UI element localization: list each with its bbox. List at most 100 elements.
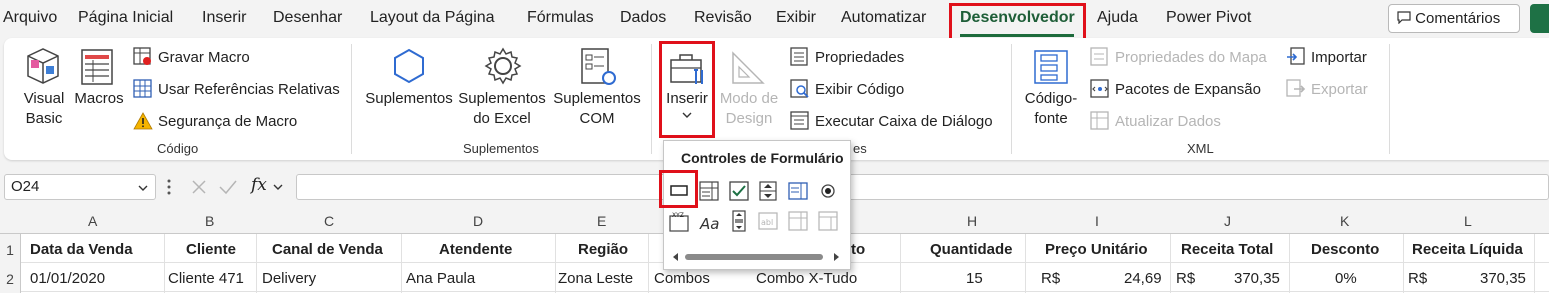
tab-ajuda[interactable]: Ajuda xyxy=(1097,9,1138,27)
modo-de-design-button[interactable]: Modo de Design xyxy=(716,89,782,129)
data-cell[interactable]: Combos xyxy=(654,270,710,287)
column-header-l[interactable]: L xyxy=(1464,213,1472,229)
record-macro-icon xyxy=(133,47,151,65)
header-cell[interactable]: Canal de Venda xyxy=(272,241,383,258)
warning-icon xyxy=(133,112,153,130)
header-cell[interactable]: Preço Unitário xyxy=(1045,241,1148,258)
tab-power-pivot[interactable]: Power Pivot xyxy=(1166,9,1251,27)
text-field-control-icon[interactable]: abl xyxy=(757,210,779,232)
formula-input[interactable] xyxy=(296,174,1549,200)
option-button-control-icon[interactable] xyxy=(817,180,839,202)
share-button[interactable] xyxy=(1530,4,1549,33)
macros-label: Macros xyxy=(74,90,124,107)
horizontal-scrollbar[interactable] xyxy=(672,251,840,263)
header-cell[interactable]: Região xyxy=(578,241,628,258)
column-header-k[interactable]: K xyxy=(1340,213,1349,229)
row-header-2[interactable]: 2 xyxy=(0,271,20,287)
data-cell[interactable]: 15 xyxy=(966,270,983,287)
codigo-fonte-button[interactable]: Código- fonte xyxy=(1021,89,1081,129)
currency-symbol: R$ xyxy=(1408,270,1428,287)
data-cell[interactable]: Zona Leste xyxy=(558,270,633,287)
tab-desenhar[interactable]: Desenhar xyxy=(273,9,342,27)
tab-automatizar[interactable]: Automatizar xyxy=(841,9,926,27)
exportar-button[interactable]: Exportar xyxy=(1311,81,1368,98)
header-cell[interactable]: Cliente xyxy=(186,241,236,258)
data-cell[interactable]: Delivery xyxy=(262,270,316,287)
data-cell[interactable]: 370,35 xyxy=(1234,270,1280,287)
combo-dropdown-edit-control-icon[interactable] xyxy=(817,210,839,232)
propriedades-do-mapa-button[interactable]: Propriedades do Mapa xyxy=(1115,49,1267,66)
data-cell[interactable]: Ana Paula xyxy=(406,270,475,287)
column-header-j[interactable]: J xyxy=(1224,213,1231,229)
pacotes-de-expansao-button[interactable]: Pacotes de Expansão xyxy=(1115,81,1261,98)
cancel-icon[interactable] xyxy=(190,178,208,196)
tab-formulas[interactable]: Fórmulas xyxy=(527,9,594,27)
row-header-1[interactable]: 1 xyxy=(0,242,20,258)
executar-caixa-de-dialogo-button[interactable]: Executar Caixa de Diálogo xyxy=(815,113,993,130)
header-cell[interactable]: to xyxy=(851,241,865,258)
data-cell[interactable]: Combo X-Tudo xyxy=(756,270,857,287)
label-control-icon[interactable]: Aa xyxy=(698,212,720,234)
properties-icon xyxy=(790,47,808,66)
data-cell[interactable]: 01/01/2020 xyxy=(30,270,105,287)
tab-revisao[interactable]: Revisão xyxy=(694,9,752,27)
header-cell[interactable]: Quantidade xyxy=(930,241,1013,258)
scroll-bar-control-icon[interactable] xyxy=(728,210,750,232)
more-options-icon[interactable] xyxy=(166,178,172,196)
checkbox-control-icon[interactable] xyxy=(728,180,750,202)
col-divider xyxy=(1534,234,1535,293)
group-label-suplementos: Suplementos xyxy=(463,141,539,156)
seguranca-de-macro-button[interactable]: Segurança de Macro xyxy=(158,113,297,130)
import-icon xyxy=(1287,47,1305,65)
header-cell[interactable]: Receita Líquida xyxy=(1412,241,1523,258)
col-divider xyxy=(1403,234,1404,293)
suplementos-do-excel-button[interactable]: Suplementos do Excel xyxy=(456,89,548,129)
col-divider xyxy=(164,234,165,293)
column-header-d[interactable]: D xyxy=(473,213,483,229)
tab-pagina-inicial[interactable]: Página Inicial xyxy=(78,9,173,27)
export-icon xyxy=(1286,79,1306,97)
header-cell[interactable]: Atendente xyxy=(439,241,512,258)
visual-basic-icon xyxy=(27,48,59,84)
tab-inserir[interactable]: Inserir xyxy=(202,9,246,27)
tab-layout-da-pagina[interactable]: Layout da Página xyxy=(370,9,495,27)
comments-button[interactable]: Comentários xyxy=(1388,4,1520,33)
visual-basic-button[interactable]: Visual Basic xyxy=(22,89,66,129)
column-header-h[interactable]: H xyxy=(967,213,977,229)
importar-button[interactable]: Importar xyxy=(1311,49,1367,66)
group-box-control-icon[interactable]: XYZ xyxy=(668,210,690,232)
data-cell[interactable]: Cliente 471 xyxy=(168,270,244,287)
suplementos-button[interactable]: Suplementos xyxy=(364,89,454,109)
column-header-e[interactable]: E xyxy=(597,213,606,229)
enter-icon[interactable] xyxy=(218,178,238,196)
atualizar-dados-button[interactable]: Atualizar Dados xyxy=(1115,113,1221,130)
gravar-macro-button[interactable]: Gravar Macro xyxy=(158,49,250,66)
suplementos-com-button[interactable]: Suplementos COM xyxy=(551,89,643,129)
column-header-b[interactable]: B xyxy=(205,213,214,229)
spin-button-control-icon[interactable] xyxy=(757,180,779,202)
list-box-control-icon[interactable] xyxy=(787,180,809,202)
column-header-i[interactable]: I xyxy=(1095,213,1099,229)
propriedades-button[interactable]: Propriedades xyxy=(815,49,904,66)
name-box-value: O24 xyxy=(11,178,40,195)
usar-referencias-relativas-button[interactable]: Usar Referências Relativas xyxy=(158,81,340,98)
exibir-codigo-button[interactable]: Exibir Código xyxy=(815,81,904,98)
header-cell[interactable]: Data da Venda xyxy=(30,241,133,258)
tab-arquivo[interactable]: Arquivo xyxy=(3,9,57,27)
header-cell[interactable]: Desconto xyxy=(1311,241,1379,258)
tab-exibir[interactable]: Exibir xyxy=(776,9,816,27)
source-icon xyxy=(1034,50,1068,84)
tab-dados[interactable]: Dados xyxy=(620,9,666,27)
data-cell[interactable]: 0% xyxy=(1335,270,1357,287)
relative-references-icon xyxy=(133,79,152,98)
insert-function-button[interactable]: fx xyxy=(251,175,267,195)
macros-button[interactable]: Macros xyxy=(74,89,124,109)
name-box[interactable]: O24 xyxy=(4,174,156,200)
header-cell[interactable]: Receita Total xyxy=(1181,241,1273,258)
data-cell[interactable]: 24,69 xyxy=(1124,270,1162,287)
column-header-c[interactable]: C xyxy=(324,213,334,229)
column-header-a[interactable]: A xyxy=(88,213,97,229)
combo-list-edit-control-icon[interactable] xyxy=(787,210,809,232)
data-cell[interactable]: 370,35 xyxy=(1480,270,1526,287)
combo-box-control-icon[interactable] xyxy=(698,180,720,202)
